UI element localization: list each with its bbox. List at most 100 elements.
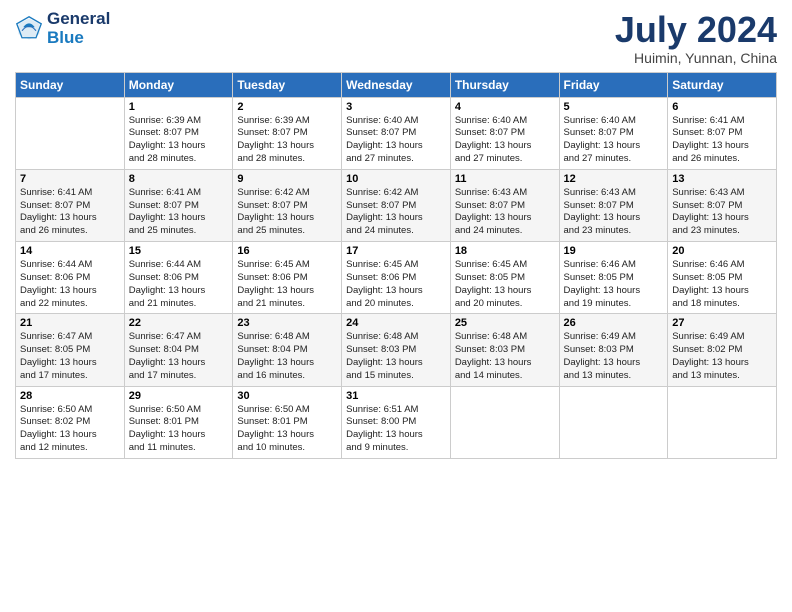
day-info: Sunrise: 6:40 AMSunset: 8:07 PMDaylight:…	[346, 115, 446, 166]
day-cell: 15 Sunrise: 6:44 AMSunset: 8:06 PMDayligh…	[124, 242, 233, 314]
day-number: 13	[672, 173, 772, 185]
day-cell: 3Sunrise: 6:40 AMSunset: 8:07 PMDaylight…	[342, 97, 451, 169]
logo: General Blue	[15, 10, 110, 47]
logo-icon	[15, 15, 43, 43]
day-number: 29	[129, 390, 229, 402]
day-number: 23	[237, 317, 337, 329]
day-number: 15	[129, 245, 229, 257]
day-info: Sunrise: 6:40 AMSunset: 8:07 PMDaylight:…	[455, 115, 555, 166]
day-cell: 11 Sunrise: 6:43 AMSunset: 8:07 PMDayligh…	[450, 169, 559, 241]
week-row-5: 28Sunrise: 6:50 AMSunset: 8:02 PMDayligh…	[16, 386, 777, 458]
day-number: 2	[237, 101, 337, 113]
week-row-3: 14 Sunrise: 6:44 AMSunset: 8:06 PMDayligh…	[16, 242, 777, 314]
day-cell: 20 Sunrise: 6:46 AMSunset: 8:05 PMDayligh…	[668, 242, 777, 314]
day-cell: 4 Sunrise: 6:40 AMSunset: 8:07 PMDaylight…	[450, 97, 559, 169]
day-info: Sunrise: 6:45 AMSunset: 8:06 PMDaylight:…	[237, 259, 337, 310]
day-info: Sunrise: 6:40 AMSunset: 8:07 PMDaylight:…	[564, 115, 664, 166]
day-info: Sunrise: 6:47 AMSunset: 8:04 PMDaylight:…	[129, 331, 229, 382]
day-cell: 5 Sunrise: 6:40 AMSunset: 8:07 PMDaylight…	[559, 97, 668, 169]
day-cell: 18 Sunrise: 6:45 AMSunset: 8:05 PMDayligh…	[450, 242, 559, 314]
page-header: General Blue July 2024 Huimin, Yunnan, C…	[15, 10, 777, 66]
day-info: Sunrise: 6:49 AMSunset: 8:02 PMDaylight:…	[672, 331, 772, 382]
day-number: 31	[346, 390, 446, 402]
day-info: Sunrise: 6:47 AMSunset: 8:05 PMDaylight:…	[20, 331, 120, 382]
day-info: Sunrise: 6:46 AMSunset: 8:05 PMDaylight:…	[672, 259, 772, 310]
title-block: July 2024 Huimin, Yunnan, China	[615, 10, 777, 66]
day-info: Sunrise: 6:49 AMSunset: 8:03 PMDaylight:…	[564, 331, 664, 382]
day-info: Sunrise: 6:48 AMSunset: 8:03 PMDaylight:…	[455, 331, 555, 382]
day-cell: 2 Sunrise: 6:39 AMSunset: 8:07 PMDaylight…	[233, 97, 342, 169]
day-cell: 23 Sunrise: 6:48 AMSunset: 8:04 PMDayligh…	[233, 314, 342, 386]
day-info: Sunrise: 6:50 AMSunset: 8:01 PMDaylight:…	[237, 404, 337, 455]
day-cell: 21 Sunrise: 6:47 AMSunset: 8:05 PMDayligh…	[16, 314, 125, 386]
logo-text: General Blue	[47, 10, 110, 47]
day-number: 10	[346, 173, 446, 185]
day-info: Sunrise: 6:48 AMSunset: 8:03 PMDaylight:…	[346, 331, 446, 382]
day-cell: 22 Sunrise: 6:47 AMSunset: 8:04 PMDayligh…	[124, 314, 233, 386]
header-row: Sunday Monday Tuesday Wednesday Thursday…	[16, 72, 777, 97]
day-cell: 28Sunrise: 6:50 AMSunset: 8:02 PMDayligh…	[16, 386, 125, 458]
week-row-2: 7Sunrise: 6:41 AMSunset: 8:07 PMDaylight…	[16, 169, 777, 241]
day-number: 5	[564, 101, 664, 113]
day-cell: 31 Sunrise: 6:51 AMSunset: 8:00 PMDayligh…	[342, 386, 451, 458]
day-info: Sunrise: 6:41 AMSunset: 8:07 PMDaylight:…	[672, 115, 772, 166]
day-number: 26	[564, 317, 664, 329]
day-info: Sunrise: 6:44 AMSunset: 8:06 PMDaylight:…	[129, 259, 229, 310]
day-cell: 30 Sunrise: 6:50 AMSunset: 8:01 PMDayligh…	[233, 386, 342, 458]
header-monday: Monday	[124, 72, 233, 97]
day-info: Sunrise: 6:50 AMSunset: 8:01 PMDaylight:…	[129, 404, 229, 455]
day-info: Sunrise: 6:41 AMSunset: 8:07 PMDaylight:…	[20, 187, 120, 238]
day-info: Sunrise: 6:50 AMSunset: 8:02 PMDaylight:…	[20, 404, 120, 455]
day-cell	[16, 97, 125, 169]
day-info: Sunrise: 6:43 AMSunset: 8:07 PMDaylight:…	[455, 187, 555, 238]
day-number: 16	[237, 245, 337, 257]
day-cell: 29 Sunrise: 6:50 AMSunset: 8:01 PMDayligh…	[124, 386, 233, 458]
header-wednesday: Wednesday	[342, 72, 451, 97]
day-cell: 9Sunrise: 6:42 AMSunset: 8:07 PMDaylight…	[233, 169, 342, 241]
header-saturday: Saturday	[668, 72, 777, 97]
day-number: 6	[672, 101, 772, 113]
header-sunday: Sunday	[16, 72, 125, 97]
day-cell: 25 Sunrise: 6:48 AMSunset: 8:03 PMDayligh…	[450, 314, 559, 386]
day-cell: 8Sunrise: 6:41 AMSunset: 8:07 PMDaylight…	[124, 169, 233, 241]
day-number: 9	[237, 173, 337, 185]
day-number: 17	[346, 245, 446, 257]
day-info: Sunrise: 6:45 AMSunset: 8:05 PMDaylight:…	[455, 259, 555, 310]
day-number: 14	[20, 245, 120, 257]
week-row-1: 1 Sunrise: 6:39 AMSunset: 8:07 PMDaylight…	[16, 97, 777, 169]
day-info: Sunrise: 6:44 AMSunset: 8:06 PMDaylight:…	[20, 259, 120, 310]
day-number: 27	[672, 317, 772, 329]
day-cell: 26 Sunrise: 6:49 AMSunset: 8:03 PMDayligh…	[559, 314, 668, 386]
day-number: 19	[564, 245, 664, 257]
day-cell	[668, 386, 777, 458]
day-number: 25	[455, 317, 555, 329]
day-number: 1	[129, 101, 229, 113]
day-cell: 14 Sunrise: 6:44 AMSunset: 8:06 PMDayligh…	[16, 242, 125, 314]
day-number: 18	[455, 245, 555, 257]
day-info: Sunrise: 6:39 AMSunset: 8:07 PMDaylight:…	[237, 115, 337, 166]
day-cell: 17Sunrise: 6:45 AMSunset: 8:06 PMDayligh…	[342, 242, 451, 314]
day-cell: 16 Sunrise: 6:45 AMSunset: 8:06 PMDayligh…	[233, 242, 342, 314]
calendar-subtitle: Huimin, Yunnan, China	[615, 50, 777, 66]
day-cell: 19 Sunrise: 6:46 AMSunset: 8:05 PMDayligh…	[559, 242, 668, 314]
day-cell: 24 Sunrise: 6:48 AMSunset: 8:03 PMDayligh…	[342, 314, 451, 386]
day-number: 20	[672, 245, 772, 257]
day-cell: 13Sunrise: 6:43 AMSunset: 8:07 PMDayligh…	[668, 169, 777, 241]
day-info: Sunrise: 6:43 AMSunset: 8:07 PMDaylight:…	[564, 187, 664, 238]
day-cell: 27 Sunrise: 6:49 AMSunset: 8:02 PMDayligh…	[668, 314, 777, 386]
day-number: 11	[455, 173, 555, 185]
day-number: 21	[20, 317, 120, 329]
day-cell	[450, 386, 559, 458]
day-info: Sunrise: 6:51 AMSunset: 8:00 PMDaylight:…	[346, 404, 446, 455]
header-thursday: Thursday	[450, 72, 559, 97]
day-number: 22	[129, 317, 229, 329]
day-info: Sunrise: 6:46 AMSunset: 8:05 PMDaylight:…	[564, 259, 664, 310]
day-info: Sunrise: 6:42 AMSunset: 8:07 PMDaylight:…	[346, 187, 446, 238]
day-number: 12	[564, 173, 664, 185]
day-info: Sunrise: 6:48 AMSunset: 8:04 PMDaylight:…	[237, 331, 337, 382]
day-number: 4	[455, 101, 555, 113]
day-info: Sunrise: 6:41 AMSunset: 8:07 PMDaylight:…	[129, 187, 229, 238]
day-number: 24	[346, 317, 446, 329]
day-number: 30	[237, 390, 337, 402]
header-tuesday: Tuesday	[233, 72, 342, 97]
